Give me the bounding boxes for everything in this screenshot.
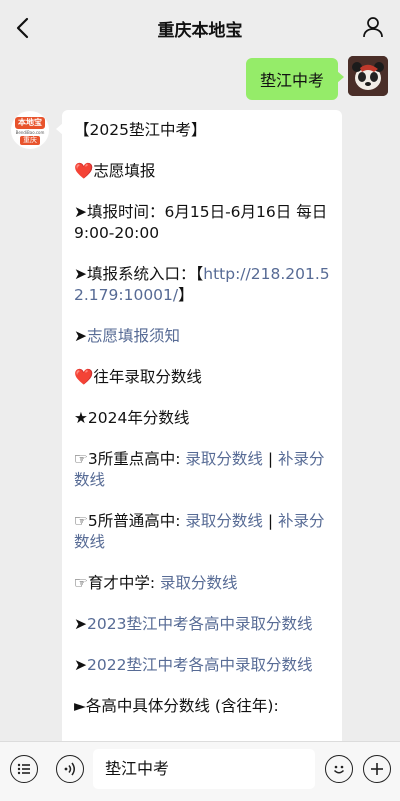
- menu-list-icon: [17, 763, 30, 775]
- bot-message-row: 本地宝 BendiBao.com 重庆 【2025垫江中考】 ❤️志愿填报 ➤填…: [10, 110, 342, 741]
- chat-header: 重庆本地宝: [0, 0, 400, 56]
- add-button[interactable]: [363, 755, 391, 783]
- heart-icon: ❤️: [74, 162, 94, 180]
- back-button[interactable]: [8, 14, 36, 42]
- fill-time-line: ➤填报时间：6月15日-6月16日 每日9:00-20:00: [74, 203, 328, 242]
- message-title: 【2025垫江中考】: [74, 121, 207, 139]
- normal-schools-score-link[interactable]: 录取分数线: [185, 512, 263, 530]
- voice-icon: [64, 762, 75, 776]
- normal-schools-line: ☞5所普通高中: 录取分数线 | 补录分数线: [74, 512, 325, 551]
- message-input[interactable]: 垫江中考: [93, 749, 315, 789]
- chat-title: 重庆本地宝: [157, 20, 243, 41]
- user-message-row: 垫江中考: [245, 56, 388, 100]
- bot-logo-city: 重庆: [20, 136, 40, 145]
- section-heading-scores: ❤️往年录取分数线: [74, 368, 202, 386]
- emoji-button[interactable]: [325, 755, 353, 783]
- voice-button[interactable]: [56, 755, 84, 783]
- entry-line: ➤填报系统入口：【http://218.201.52.179:10001/】: [74, 265, 330, 304]
- panda-avatar-icon: [348, 56, 388, 96]
- yucai-line: ☞育才中学: 录取分数线: [74, 574, 238, 592]
- link-2023[interactable]: 2023垫江中考各高中录取分数线: [87, 615, 312, 633]
- notice-line: ➤志愿填报须知: [74, 327, 181, 345]
- yucai-score-link[interactable]: 录取分数线: [160, 574, 238, 592]
- bot-avatar[interactable]: 本地宝 BendiBao.com 重庆: [10, 110, 50, 150]
- chat-area[interactable]: 垫江中考 本地宝 BendiBao.com 重庆 【2025垫江中考】 ❤️志愿…: [0, 56, 400, 741]
- year-heading: ★2024年分数线: [74, 409, 190, 427]
- section-heading-volunteer: ❤️志愿填报: [74, 162, 156, 180]
- key-schools-line: ☞3所重点高中: 录取分数线 | 补录分数线: [74, 450, 325, 489]
- bot-message-bubble[interactable]: 【2025垫江中考】 ❤️志愿填报 ➤填报时间：6月15日-6月16日 每日9:…: [56, 110, 342, 741]
- user-avatar[interactable]: [348, 56, 388, 96]
- heart-icon: ❤️: [74, 368, 94, 386]
- key-schools-score-link[interactable]: 录取分数线: [185, 450, 263, 468]
- person-icon: [363, 17, 383, 38]
- input-toolbar: 垫江中考: [0, 741, 400, 801]
- user-message-bubble[interactable]: 垫江中考: [245, 58, 345, 100]
- detail-heading: ►各高中具体分数线 (含往年):: [74, 697, 279, 715]
- bot-logo-url: BendiBao.com: [15, 130, 45, 135]
- chevron-left-icon: [16, 17, 29, 39]
- emoji-icon: [333, 765, 345, 774]
- menu-button[interactable]: [10, 755, 38, 783]
- plus-icon: [371, 763, 383, 775]
- link-2022-line: ➤2022垫江中考各高中录取分数线: [74, 656, 313, 674]
- link-2022[interactable]: 2022垫江中考各高中录取分数线: [87, 656, 312, 674]
- notice-link[interactable]: 志愿填报须知: [87, 327, 180, 345]
- link-2023-line: ➤2023垫江中考各高中录取分数线: [74, 615, 313, 633]
- bot-logo-text: 本地宝: [15, 117, 45, 129]
- profile-button[interactable]: [360, 14, 386, 40]
